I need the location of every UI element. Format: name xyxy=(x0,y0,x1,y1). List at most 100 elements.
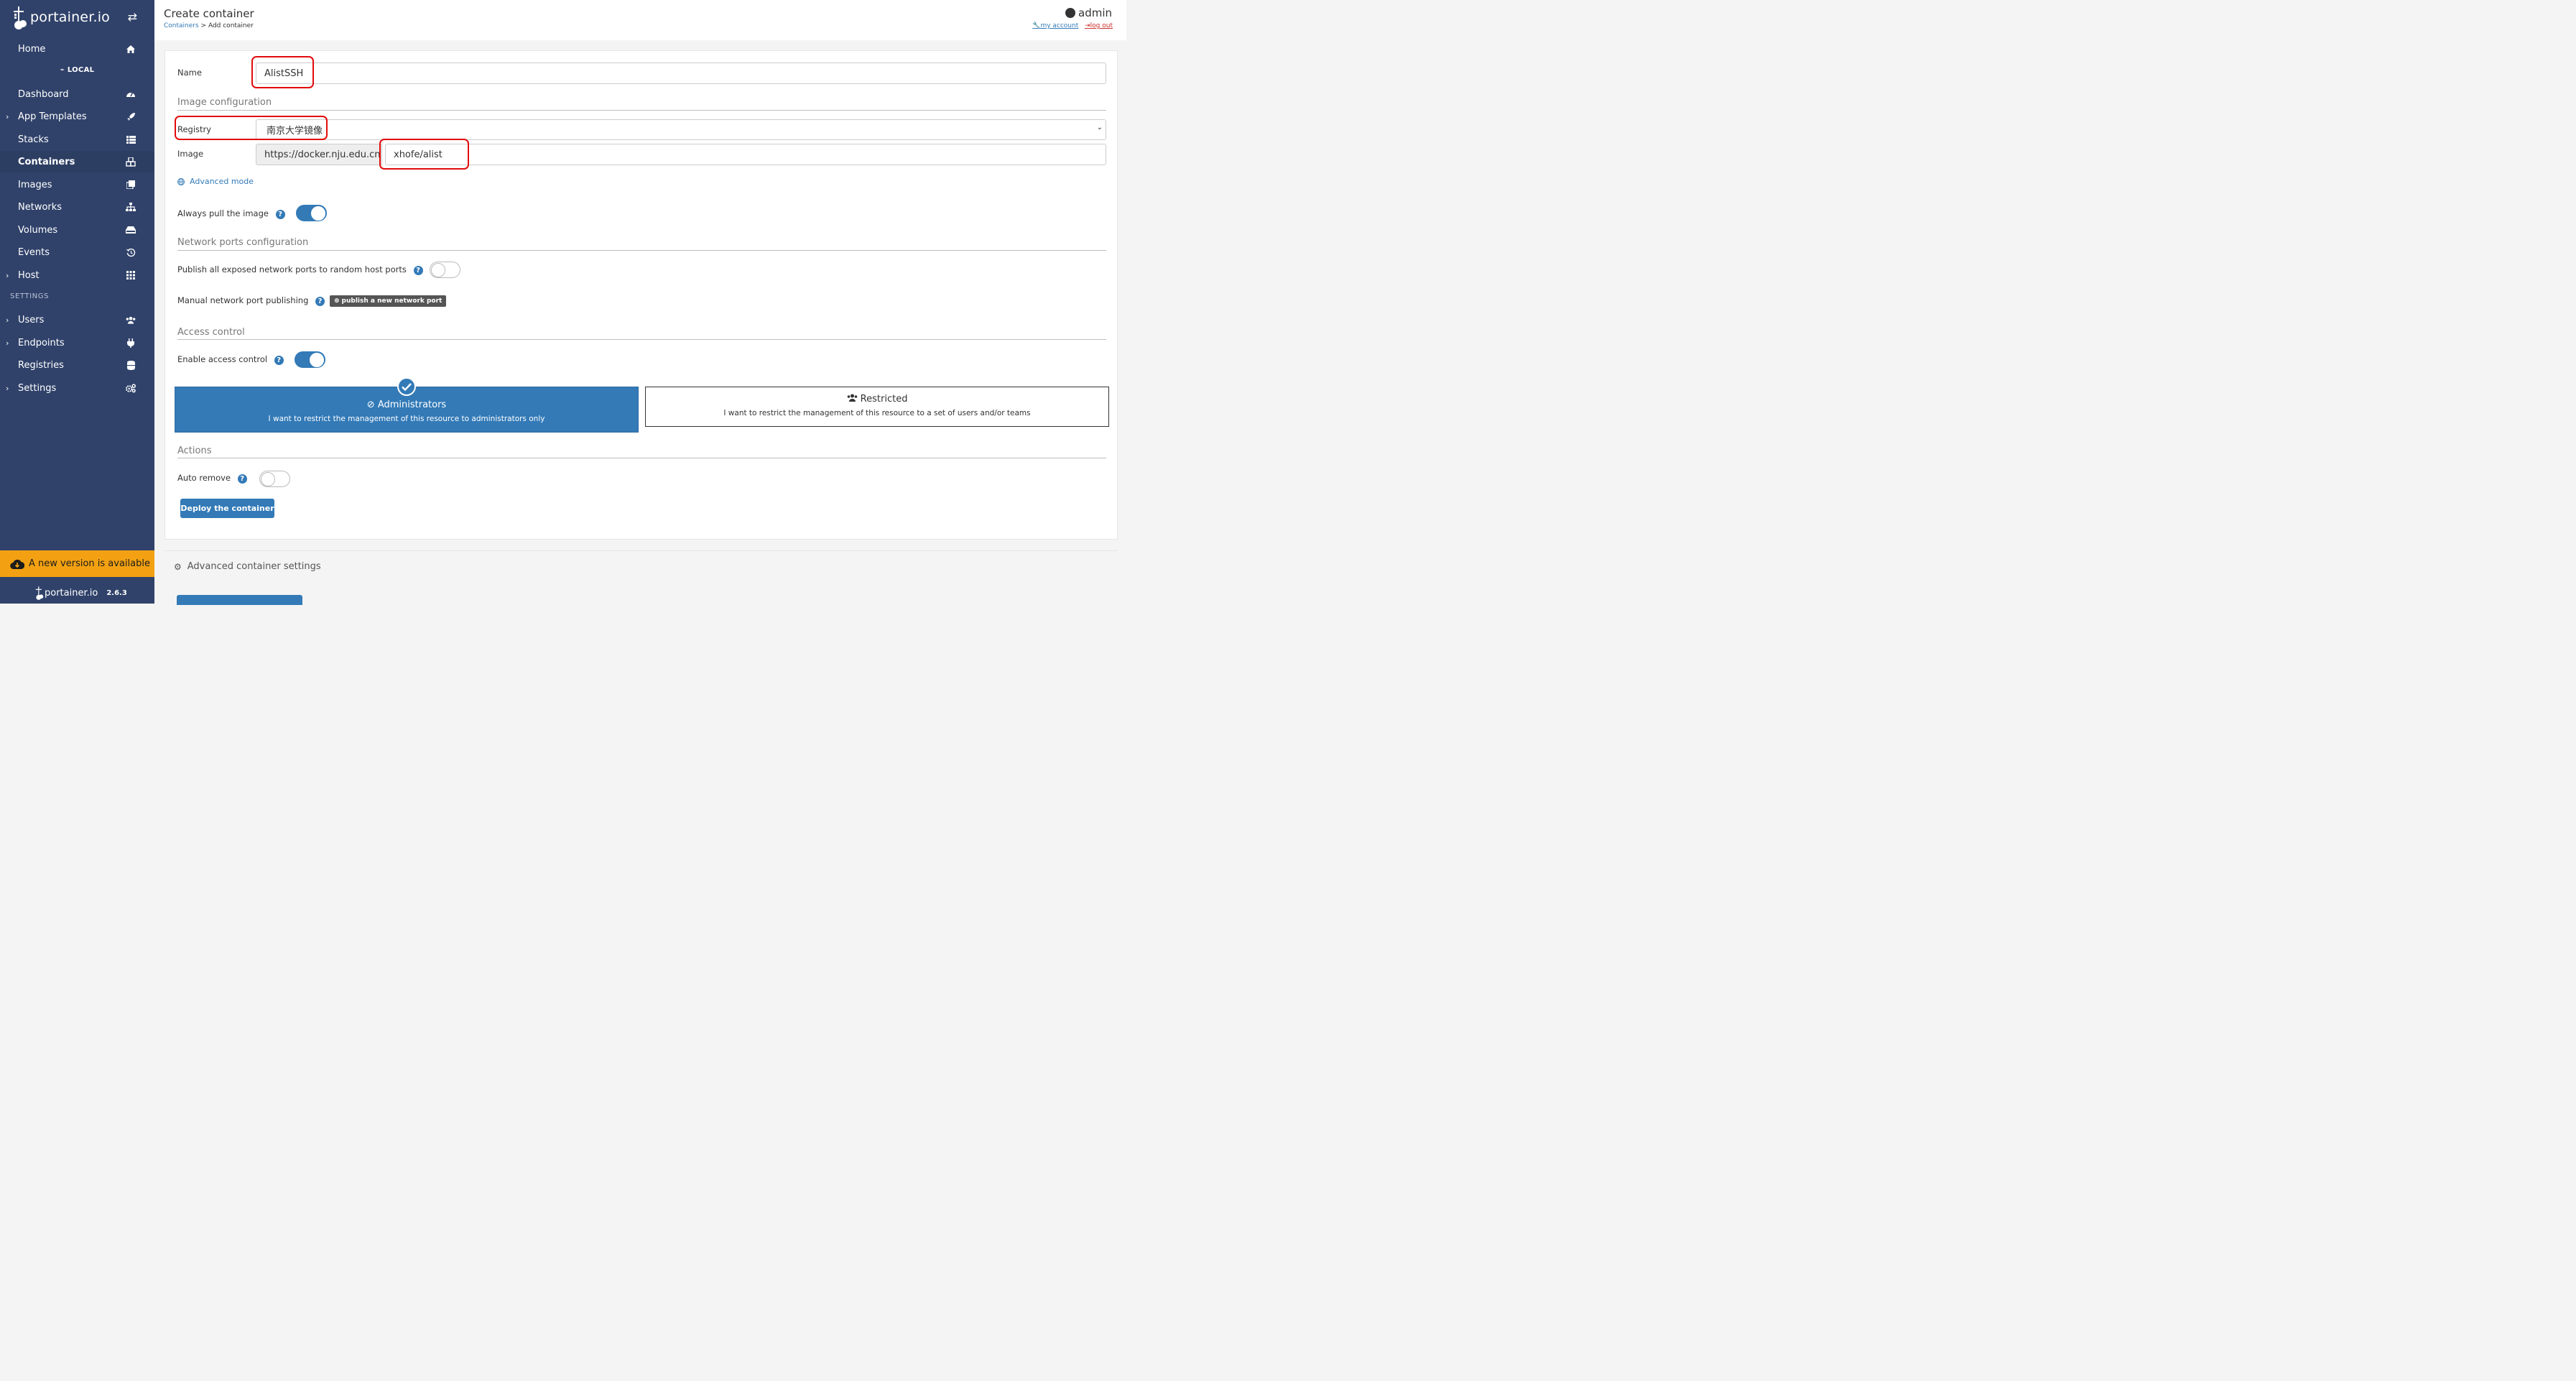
highlight-box xyxy=(379,139,469,170)
log-out-link[interactable]: ⇥log out xyxy=(1085,22,1113,29)
administrators-desc: I want to restrict the management of thi… xyxy=(268,415,545,423)
image-input[interactable]: xhofe/alist xyxy=(385,144,1106,165)
sidebar-item-label: Endpoints xyxy=(18,337,65,348)
history-icon xyxy=(126,247,136,257)
restricted-desc: I want to restrict the management of thi… xyxy=(723,409,1031,417)
cogs-icon xyxy=(126,383,136,393)
sidebar-item-home[interactable]: Home xyxy=(0,38,154,60)
sidebar-item-volumes[interactable]: Volumes xyxy=(0,219,154,241)
sidebar-item-containers[interactable]: Containers xyxy=(0,151,154,172)
sidebar-item-networks[interactable]: Networks xyxy=(0,196,154,218)
sidebar-item-registries[interactable]: Registries xyxy=(0,354,154,376)
sidebar-item-endpoints[interactable]: › Endpoints xyxy=(0,332,154,354)
advanced-mode-link[interactable]: Advanced mode xyxy=(177,177,254,186)
image-registry-prefix: https://docker.nju.edu.cn xyxy=(256,144,382,165)
footer-brand-name: portainer.io xyxy=(45,587,98,599)
sidebar-item-app-templates[interactable]: › App Templates xyxy=(0,106,154,127)
brand-name: portainer.io xyxy=(30,9,111,25)
always-pull-toggle[interactable] xyxy=(296,205,327,221)
publish-all-toggle[interactable] xyxy=(430,262,460,278)
advanced-settings-panel: ⚙ Advanced container settings xyxy=(165,550,1118,605)
dashboard-icon xyxy=(126,89,136,99)
users-icon xyxy=(847,394,861,405)
sidebar-item-stacks[interactable]: Stacks xyxy=(0,129,154,150)
publish-all-label: Publish all exposed network ports to ran… xyxy=(177,264,423,275)
restricted-option[interactable]: Restricted I want to restrict the manage… xyxy=(645,387,1109,427)
breadcrumb: Containers > Add container xyxy=(164,22,254,29)
create-container-form: Name AlistSSH Image configuration Regist… xyxy=(165,50,1118,540)
footer-brand: portainer.io 2.6.3 xyxy=(34,585,127,601)
sidebar-item-label: Users xyxy=(18,314,45,325)
image-config-title: Image configuration xyxy=(177,97,272,108)
auto-remove-toggle[interactable] xyxy=(259,471,290,487)
image-label: Image xyxy=(177,149,204,159)
sidebar-item-label: Events xyxy=(18,246,50,258)
brand[interactable]: portainer.io ⇄ xyxy=(0,0,154,34)
page-title: Create container xyxy=(164,7,254,20)
endpoint-label: ⌁ LOCAL xyxy=(60,66,95,74)
sidebar-item-label: Stacks xyxy=(18,134,49,145)
highlight-box xyxy=(251,56,314,88)
th-icon xyxy=(126,270,136,280)
deploy-button[interactable]: Deploy the container xyxy=(180,499,274,518)
sidebar-item-label: Volumes xyxy=(18,224,58,236)
name-label: Name xyxy=(177,68,202,78)
breadcrumb-containers-link[interactable]: Containers xyxy=(164,22,199,29)
portainer-logo-icon xyxy=(14,6,27,29)
chevron-down-icon: ⌄ xyxy=(1096,124,1103,131)
sidebar-item-label: App Templates xyxy=(18,111,87,122)
cog-icon: ⚙ xyxy=(174,561,182,572)
sidebar-item-host[interactable]: › Host xyxy=(0,264,154,286)
update-banner[interactable]: A new version is available xyxy=(0,550,154,577)
sidebar-item-label: Networks xyxy=(18,201,62,213)
list-icon xyxy=(126,134,136,144)
cubes-icon xyxy=(126,157,136,167)
question-circle-icon[interactable]: ? xyxy=(315,297,325,306)
sidebar-item-settings[interactable]: › Settings xyxy=(0,377,154,399)
question-circle-icon[interactable]: ? xyxy=(275,210,285,219)
advanced-tab-button[interactable] xyxy=(177,595,302,605)
advanced-settings-title: ⚙ Advanced container settings xyxy=(174,561,321,572)
page-header: Create container Containers > Add contai… xyxy=(154,0,1126,40)
section-divider xyxy=(177,250,1106,251)
plug-icon xyxy=(126,338,136,348)
sidebar-item-images[interactable]: Images xyxy=(0,174,154,195)
sidebar-item-events[interactable]: Events xyxy=(0,241,154,263)
highlight-box xyxy=(175,116,328,140)
manual-publish-label: Manual network port publishing ? xyxy=(177,295,325,306)
question-circle-icon[interactable]: ? xyxy=(237,474,247,484)
settings-heading: SETTINGS xyxy=(10,292,50,300)
sidebar-item-label: Settings xyxy=(18,382,57,394)
sidebar-item-label: Registries xyxy=(18,359,64,371)
sidebar-item-label: Images xyxy=(18,179,52,190)
chevron-right-icon: › xyxy=(6,270,9,280)
registry-select[interactable]: 南京大学镜像 ⌄ xyxy=(256,119,1106,140)
auto-remove-label: Auto remove ? xyxy=(177,473,247,484)
sitemap-icon xyxy=(126,202,136,212)
access-control-title: Access control xyxy=(177,327,245,338)
my-account-link[interactable]: 🔧my account xyxy=(1032,22,1078,29)
sidebar-toggle-icon[interactable]: ⇄ xyxy=(128,10,137,24)
globe-icon xyxy=(177,177,185,185)
cloud-download-icon xyxy=(10,559,24,569)
question-circle-icon[interactable]: ? xyxy=(413,266,423,275)
chevron-right-icon: › xyxy=(6,111,9,121)
sidebar-item-users[interactable]: › Users xyxy=(0,309,154,331)
restricted-title: Restricted xyxy=(646,394,1108,405)
always-pull-label: Always pull the image ? xyxy=(177,208,285,219)
clone-icon xyxy=(126,180,136,190)
sidebar-item-dashboard[interactable]: Dashboard xyxy=(0,83,154,105)
section-divider xyxy=(177,110,1106,111)
enable-access-label: Enable access control ? xyxy=(177,354,284,365)
question-circle-icon[interactable]: ? xyxy=(274,356,284,365)
publish-new-port-button[interactable]: ⊕ publish a new network port xyxy=(330,295,447,307)
enable-access-toggle[interactable] xyxy=(295,351,325,368)
user-links: 🔧my account ⇥log out xyxy=(1032,22,1113,29)
plug-icon: ⌁ xyxy=(60,66,68,74)
name-input[interactable]: AlistSSH xyxy=(256,63,1106,84)
administrators-title: ⊘ Administrators xyxy=(366,399,447,410)
section-divider xyxy=(177,339,1106,340)
sidebar-item-label: Host xyxy=(18,269,40,281)
plus-circle-icon: ⊕ xyxy=(334,297,340,305)
sidebar-item-label: Dashboard xyxy=(18,88,69,100)
